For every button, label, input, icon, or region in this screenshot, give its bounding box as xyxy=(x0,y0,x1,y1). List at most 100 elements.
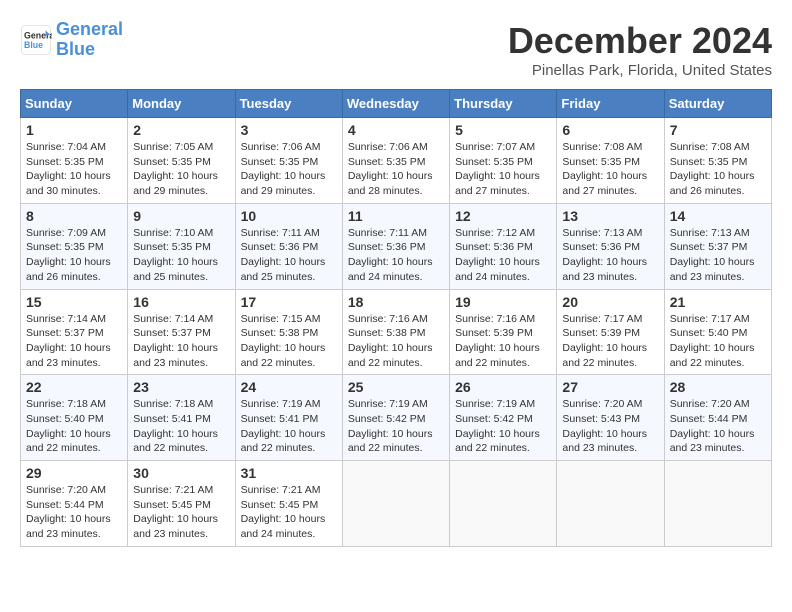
day-cell: 2 Sunrise: 7:05 AM Sunset: 5:35 PM Daylig… xyxy=(128,118,235,204)
day-number: 30 xyxy=(133,465,229,481)
day-info: Sunrise: 7:08 AM Sunset: 5:35 PM Dayligh… xyxy=(562,140,658,199)
day-info: Sunrise: 7:14 AM Sunset: 5:37 PM Dayligh… xyxy=(26,312,122,371)
day-info: Sunrise: 7:18 AM Sunset: 5:40 PM Dayligh… xyxy=(26,397,122,456)
header-sunday: Sunday xyxy=(21,90,128,118)
day-cell: 14 Sunrise: 7:13 AM Sunset: 5:37 PM Dayli… xyxy=(664,203,771,289)
day-number: 24 xyxy=(241,379,337,395)
day-info: Sunrise: 7:16 AM Sunset: 5:38 PM Dayligh… xyxy=(348,312,444,371)
day-number: 18 xyxy=(348,294,444,310)
day-number: 8 xyxy=(26,208,122,224)
day-info: Sunrise: 7:09 AM Sunset: 5:35 PM Dayligh… xyxy=(26,226,122,285)
day-cell: 20 Sunrise: 7:17 AM Sunset: 5:39 PM Dayli… xyxy=(557,289,664,375)
day-cell: 6 Sunrise: 7:08 AM Sunset: 5:35 PM Daylig… xyxy=(557,118,664,204)
day-cell: 30 Sunrise: 7:21 AM Sunset: 5:45 PM Dayli… xyxy=(128,461,235,547)
day-info: Sunrise: 7:21 AM Sunset: 5:45 PM Dayligh… xyxy=(133,483,229,542)
day-info: Sunrise: 7:19 AM Sunset: 5:42 PM Dayligh… xyxy=(348,397,444,456)
day-cell: 5 Sunrise: 7:07 AM Sunset: 5:35 PM Daylig… xyxy=(450,118,557,204)
day-info: Sunrise: 7:18 AM Sunset: 5:41 PM Dayligh… xyxy=(133,397,229,456)
day-number: 19 xyxy=(455,294,551,310)
day-cell: 21 Sunrise: 7:17 AM Sunset: 5:40 PM Dayli… xyxy=(664,289,771,375)
day-cell: 29 Sunrise: 7:20 AM Sunset: 5:44 PM Dayli… xyxy=(21,461,128,547)
day-info: Sunrise: 7:12 AM Sunset: 5:36 PM Dayligh… xyxy=(455,226,551,285)
day-info: Sunrise: 7:10 AM Sunset: 5:35 PM Dayligh… xyxy=(133,226,229,285)
day-cell: 27Sunrise: 7:20 AM Sunset: 5:43 PM Dayli… xyxy=(557,375,664,461)
day-number: 14 xyxy=(670,208,766,224)
day-number: 7 xyxy=(670,122,766,138)
day-info: Sunrise: 7:19 AM Sunset: 5:41 PM Dayligh… xyxy=(241,397,337,456)
header-wednesday: Wednesday xyxy=(342,90,449,118)
day-cell xyxy=(664,461,771,547)
day-number: 28 xyxy=(670,379,766,395)
logo-icon: General Blue xyxy=(20,24,52,56)
day-info: Sunrise: 7:15 AM Sunset: 5:38 PM Dayligh… xyxy=(241,312,337,371)
day-info: Sunrise: 7:19 AM Sunset: 5:42 PM Dayligh… xyxy=(455,397,551,456)
week-row-5: 29 Sunrise: 7:20 AM Sunset: 5:44 PM Dayli… xyxy=(21,461,772,547)
day-cell: 25 Sunrise: 7:19 AM Sunset: 5:42 PM Dayli… xyxy=(342,375,449,461)
day-cell: 18 Sunrise: 7:16 AM Sunset: 5:38 PM Dayli… xyxy=(342,289,449,375)
day-number: 26 xyxy=(455,379,551,395)
day-info: Sunrise: 7:07 AM Sunset: 5:35 PM Dayligh… xyxy=(455,140,551,199)
day-cell: 3Sunrise: 7:06 AM Sunset: 5:35 PM Daylig… xyxy=(235,118,342,204)
header-tuesday: Tuesday xyxy=(235,90,342,118)
header-friday: Friday xyxy=(557,90,664,118)
header-monday: Monday xyxy=(128,90,235,118)
day-number: 20 xyxy=(562,294,658,310)
week-row-2: 8 Sunrise: 7:09 AM Sunset: 5:35 PM Daylig… xyxy=(21,203,772,289)
month-title: December 2024 xyxy=(508,20,772,62)
title-section: December 2024 Pinellas Park, Florida, Un… xyxy=(508,20,772,79)
day-number: 10 xyxy=(241,208,337,224)
logo-text-general: General xyxy=(56,20,123,40)
day-number: 25 xyxy=(348,379,444,395)
day-info: Sunrise: 7:11 AM Sunset: 5:36 PM Dayligh… xyxy=(241,226,337,285)
day-cell: 28 Sunrise: 7:20 AM Sunset: 5:44 PM Dayli… xyxy=(664,375,771,461)
day-cell: 12Sunrise: 7:12 AM Sunset: 5:36 PM Dayli… xyxy=(450,203,557,289)
day-number: 2 xyxy=(133,122,229,138)
day-cell: 17 Sunrise: 7:15 AM Sunset: 5:38 PM Dayli… xyxy=(235,289,342,375)
day-number: 6 xyxy=(562,122,658,138)
header-saturday: Saturday xyxy=(664,90,771,118)
day-info: Sunrise: 7:20 AM Sunset: 5:44 PM Dayligh… xyxy=(26,483,122,542)
day-cell: 23 Sunrise: 7:18 AM Sunset: 5:41 PM Dayli… xyxy=(128,375,235,461)
day-number: 15 xyxy=(26,294,122,310)
day-cell: 10 Sunrise: 7:11 AM Sunset: 5:36 PM Dayli… xyxy=(235,203,342,289)
day-cell: 7 Sunrise: 7:08 AM Sunset: 5:35 PM Daylig… xyxy=(664,118,771,204)
day-cell: 31Sunrise: 7:21 AM Sunset: 5:45 PM Dayli… xyxy=(235,461,342,547)
day-number: 5 xyxy=(455,122,551,138)
day-cell xyxy=(342,461,449,547)
header-thursday: Thursday xyxy=(450,90,557,118)
day-info: Sunrise: 7:06 AM Sunset: 5:35 PM Dayligh… xyxy=(348,140,444,199)
day-cell: 13Sunrise: 7:13 AM Sunset: 5:36 PM Dayli… xyxy=(557,203,664,289)
day-info: Sunrise: 7:08 AM Sunset: 5:35 PM Dayligh… xyxy=(670,140,766,199)
day-number: 29 xyxy=(26,465,122,481)
day-cell: 11 Sunrise: 7:11 AM Sunset: 5:36 PM Dayli… xyxy=(342,203,449,289)
day-cell: 22Sunrise: 7:18 AM Sunset: 5:40 PM Dayli… xyxy=(21,375,128,461)
svg-text:Blue: Blue xyxy=(24,40,43,50)
day-number: 23 xyxy=(133,379,229,395)
day-number: 31 xyxy=(241,465,337,481)
day-cell: 24 Sunrise: 7:19 AM Sunset: 5:41 PM Dayli… xyxy=(235,375,342,461)
day-info: Sunrise: 7:05 AM Sunset: 5:35 PM Dayligh… xyxy=(133,140,229,199)
days-header-row: SundayMondayTuesdayWednesdayThursdayFrid… xyxy=(21,90,772,118)
day-number: 4 xyxy=(348,122,444,138)
day-cell: 1Sunrise: 7:04 AM Sunset: 5:35 PM Daylig… xyxy=(21,118,128,204)
day-cell: 16Sunrise: 7:14 AM Sunset: 5:37 PM Dayli… xyxy=(128,289,235,375)
day-number: 17 xyxy=(241,294,337,310)
day-cell: 19Sunrise: 7:16 AM Sunset: 5:39 PM Dayli… xyxy=(450,289,557,375)
logo-text-blue: Blue xyxy=(56,40,123,60)
week-row-1: 1Sunrise: 7:04 AM Sunset: 5:35 PM Daylig… xyxy=(21,118,772,204)
day-number: 21 xyxy=(670,294,766,310)
day-info: Sunrise: 7:20 AM Sunset: 5:44 PM Dayligh… xyxy=(670,397,766,456)
day-info: Sunrise: 7:14 AM Sunset: 5:37 PM Dayligh… xyxy=(133,312,229,371)
page-header: General Blue General Blue December 2024 … xyxy=(20,20,772,79)
day-info: Sunrise: 7:17 AM Sunset: 5:39 PM Dayligh… xyxy=(562,312,658,371)
logo: General Blue General Blue xyxy=(20,20,123,60)
week-row-3: 15 Sunrise: 7:14 AM Sunset: 5:37 PM Dayli… xyxy=(21,289,772,375)
day-info: Sunrise: 7:13 AM Sunset: 5:37 PM Dayligh… xyxy=(670,226,766,285)
day-info: Sunrise: 7:20 AM Sunset: 5:43 PM Dayligh… xyxy=(562,397,658,456)
week-row-4: 22Sunrise: 7:18 AM Sunset: 5:40 PM Dayli… xyxy=(21,375,772,461)
day-number: 11 xyxy=(348,208,444,224)
day-info: Sunrise: 7:13 AM Sunset: 5:36 PM Dayligh… xyxy=(562,226,658,285)
day-info: Sunrise: 7:11 AM Sunset: 5:36 PM Dayligh… xyxy=(348,226,444,285)
day-info: Sunrise: 7:17 AM Sunset: 5:40 PM Dayligh… xyxy=(670,312,766,371)
day-cell xyxy=(557,461,664,547)
